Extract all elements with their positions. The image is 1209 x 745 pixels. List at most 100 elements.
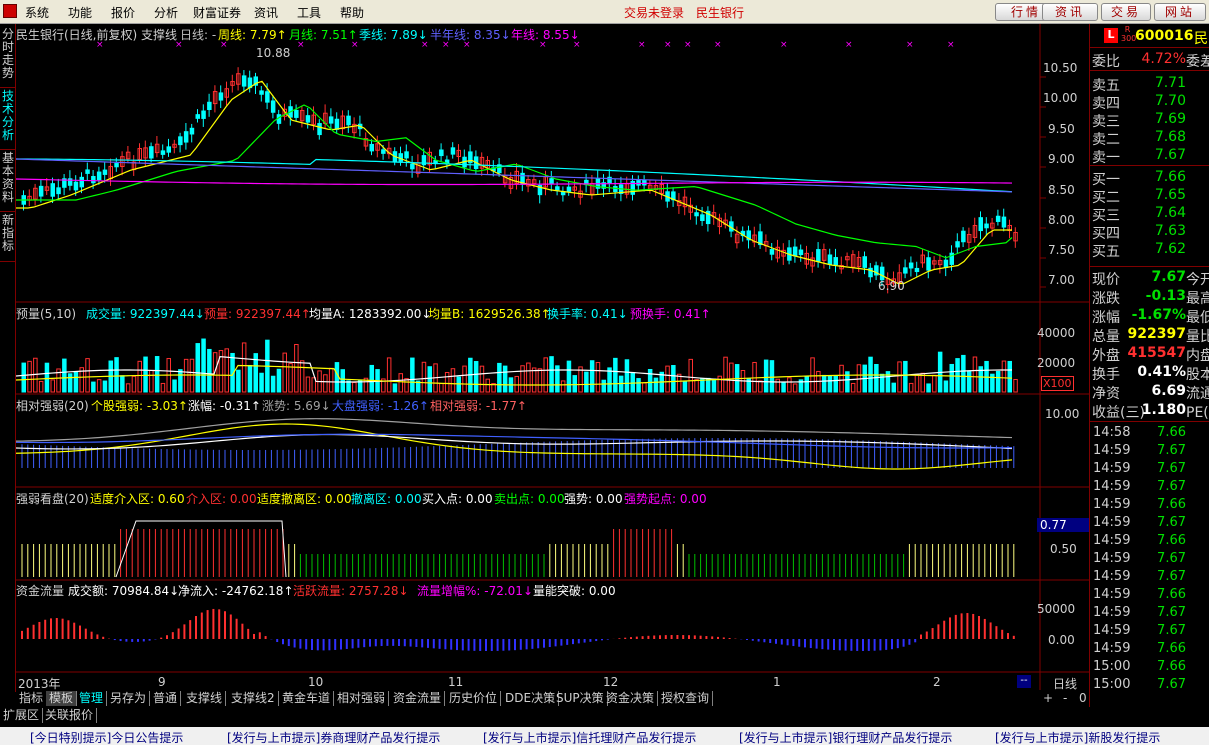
tab-technical-label: 技术分析 [1, 89, 14, 142]
stock-name-short: 民 [1194, 31, 1208, 47]
tab-new-indicator[interactable]: 新指标 [0, 214, 16, 262]
candle-body [398, 153, 403, 162]
quote-panel: L R 300 600016 民 委比 4.72% 委差 卖五 7.71 卖四 7.7… [1089, 24, 1209, 712]
volume-bar [462, 365, 467, 393]
candle-body [943, 259, 949, 268]
tab-manage[interactable]: 管理 [76, 691, 108, 706]
menu-quote[interactable]: 报价 [111, 4, 135, 21]
trade-login-status[interactable]: 交易未登录 [624, 4, 684, 21]
tick-time: 14:59 [1093, 623, 1131, 638]
tab-support-line[interactable]: 支撑线 [183, 691, 227, 706]
date-axis-label: 10 [308, 675, 324, 689]
candle-body [995, 215, 1001, 222]
tab-template[interactable]: 模板 [46, 691, 78, 706]
volume-bar [288, 363, 293, 393]
volume-bar [729, 362, 734, 393]
tick-price: 7.66 [1157, 533, 1186, 548]
tick-row: 14:59 7.67 [1090, 569, 1209, 587]
menu-news[interactable]: 资讯 [254, 4, 278, 21]
tab-technical[interactable]: 技术分析 [0, 90, 16, 150]
tab-indicator[interactable]: 指标 [16, 691, 48, 706]
menu-broker[interactable]: 财富证券 [193, 4, 241, 21]
ask-row[interactable]: 卖三 7.69 [1090, 111, 1209, 130]
zoom-reset-button[interactable]: 0 [1076, 691, 1090, 706]
tab-save-as[interactable]: 另存为 [107, 691, 151, 706]
date-axis-label: 9 [158, 675, 166, 689]
trade-button[interactable]: 交易 [1101, 3, 1151, 21]
volume-bar [427, 366, 432, 393]
zoom-in-button[interactable]: + [1040, 691, 1056, 706]
bid-row[interactable]: 买二 7.65 [1090, 187, 1209, 206]
ticker-item[interactable]: [发行与上市提示]券商理财产品发行提示 [227, 729, 440, 745]
bid-row[interactable]: 买四 7.63 [1090, 223, 1209, 242]
ask-row[interactable]: 卖四 7.70 [1090, 93, 1209, 112]
stat-label: 总量 [1092, 329, 1120, 345]
menu-function[interactable]: 功能 [68, 4, 92, 21]
tab-auth-query[interactable]: 授权查询 [658, 691, 714, 706]
candle-body [369, 143, 374, 152]
period-label[interactable]: 日线 [1053, 675, 1077, 692]
volume-bar [195, 343, 200, 393]
ticker-item[interactable]: [今日特别提示]今日公告提示 [30, 729, 183, 745]
menu-tools[interactable]: 工具 [297, 4, 321, 21]
volume-bar [827, 375, 833, 393]
candle-body [160, 150, 166, 155]
volume-bar [38, 380, 44, 393]
scroll-end-indicator[interactable]: -- [1017, 675, 1031, 688]
volume-bar [305, 376, 311, 393]
volume-bar [386, 357, 392, 393]
turnover-rate: 换手率: 0.41↓ [547, 307, 628, 321]
ask-row[interactable]: 卖一 7.67 [1090, 147, 1209, 166]
tab-dde-decision[interactable]: DDE决策 [502, 691, 560, 706]
left-tabs: 分时走势 技术分析 基本资料 新指标 [0, 24, 16, 692]
current-stock-name: 民生银行 [696, 6, 745, 20]
bid-row[interactable]: 买一 7.66 [1090, 169, 1209, 188]
tab-sup-decision[interactable]: SUP决策 [553, 691, 608, 706]
menu-help[interactable]: 帮助 [340, 4, 364, 21]
zoom-out-button[interactable]: - [1060, 691, 1070, 706]
signal-marker: × [845, 40, 853, 50]
volume-bar [821, 374, 827, 393]
ask-row[interactable]: 卖二 7.68 [1090, 129, 1209, 148]
candle-body [798, 249, 804, 256]
ma-week: 周线: 7.79↑ [218, 28, 287, 42]
tab-money-flow[interactable]: 资金流量 [390, 691, 446, 706]
tab-normal[interactable]: 普通 [150, 691, 182, 706]
menu-analysis[interactable]: 分析 [154, 4, 178, 21]
menu-system[interactable]: 系统 [25, 4, 49, 21]
volume-bar [665, 365, 670, 393]
ask-row[interactable]: 卖五 7.71 [1090, 75, 1209, 94]
ask-price: 7.69 [1154, 111, 1186, 127]
tab-fund-decision[interactable]: 资金决策 [603, 691, 659, 706]
news-button[interactable]: 资讯 [1042, 3, 1098, 21]
volume-bar [972, 356, 978, 393]
chart-area[interactable]: × × × × × × × × × × × × × × × × × × 民生银行(日线,前复权) 支撑线 日线: … [16, 24, 1090, 691]
ma-month: 月线: 7.51↑ [289, 28, 358, 42]
ticker-item[interactable]: [发行与上市提示]信托理财产品发行提示 [483, 729, 696, 745]
tick-price: 7.67 [1157, 551, 1186, 566]
relative-strength: 相对强弱: -1.77↑ [430, 399, 527, 413]
tab-golden-lane[interactable]: 黄金车道 [279, 691, 335, 706]
tick-price: 7.67 [1157, 515, 1186, 530]
bid-row[interactable]: 买五 7.62 [1090, 241, 1209, 260]
tab-historic-price[interactable]: 历史价位 [446, 691, 502, 706]
tab-related-quotes[interactable]: 关联报价 [42, 708, 98, 723]
tab-relative-strength[interactable]: 相对强弱 [334, 691, 390, 706]
ma-halfyear: 半年线: 8.35↓ [430, 28, 511, 42]
tab-support-line-2[interactable]: 支撑线2 [228, 691, 279, 706]
volume-bar [914, 374, 920, 393]
ticker-item[interactable]: [发行与上市提示]银行理财产品发行提示 [739, 729, 952, 745]
website-button[interactable]: 网站 [1154, 3, 1206, 21]
volume-bar [137, 360, 142, 393]
app-logo-icon [3, 4, 17, 18]
indicator-tab-strip: 指标 模板 管理 另存为 普通 支撑线 支撑线2 黄金车道 相对强弱 资金流量 … [16, 690, 1087, 707]
volume-bar [572, 375, 577, 393]
bid-row[interactable]: 买三 7.64 [1090, 205, 1209, 224]
volume-bar [21, 362, 26, 393]
tab-extension-area[interactable]: 扩展区 [0, 708, 44, 723]
ticker-item[interactable]: [发行与上市提示]新股发行提示 [995, 729, 1160, 745]
tab-intraday[interactable]: 分时走势 [0, 28, 16, 88]
volume-bar [224, 348, 229, 393]
strength-title: 相对强弱(20) [16, 399, 89, 413]
tab-fundamentals[interactable]: 基本资料 [0, 152, 16, 212]
